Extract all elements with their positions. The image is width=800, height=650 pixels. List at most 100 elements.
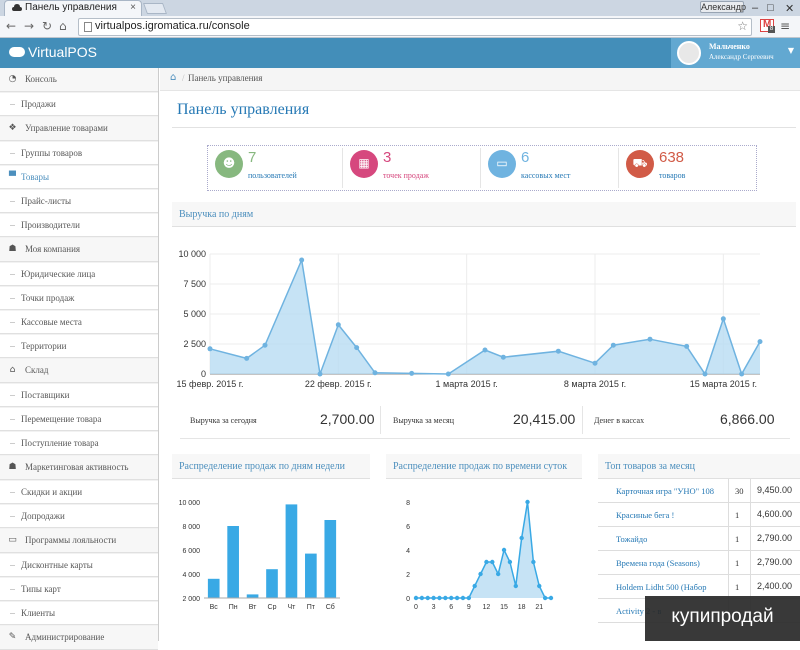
weekday-bar[interactable] xyxy=(207,578,220,598)
sidebar-item[interactable]: ▀ Товары xyxy=(0,166,158,189)
reload-icon[interactable]: ↻ xyxy=(42,19,52,33)
sidebar-item[interactable]: ☗ Моя компания xyxy=(0,238,158,262)
sidebar-item[interactable]: ⌂ Склад xyxy=(0,359,158,383)
close-window-icon[interactable]: ✕ xyxy=(785,2,794,15)
hourly-point[interactable] xyxy=(413,595,419,601)
revenue-point[interactable] xyxy=(299,257,305,263)
sidebar-item[interactable]: Клиенты xyxy=(0,602,158,625)
revenue-point[interactable] xyxy=(409,370,415,376)
user-menu[interactable]: Мальченко Александр Сергеевич ▼ xyxy=(671,38,800,68)
weekday-bar[interactable] xyxy=(266,569,278,598)
sidebar-item[interactable]: ▭ Программы лояльности xyxy=(0,529,158,553)
hourly-point[interactable] xyxy=(542,595,548,601)
sidebar-item[interactable]: ◔ Консоль xyxy=(0,68,158,92)
sidebar-item[interactable]: Поставщики xyxy=(0,384,158,407)
hourly-point[interactable] xyxy=(548,595,554,601)
sidebar-item[interactable]: Продажи xyxy=(0,93,158,116)
hourly-point[interactable] xyxy=(490,559,495,565)
home-icon[interactable]: ⌂ xyxy=(59,19,67,33)
revenue-point[interactable] xyxy=(610,342,616,348)
product-name[interactable]: Holdem Lidht 500 (Набор xyxy=(616,582,707,592)
hourly-point[interactable] xyxy=(525,499,530,505)
revenue-point[interactable] xyxy=(757,339,763,345)
revenue-point[interactable] xyxy=(684,343,690,349)
table-row[interactable]: Тожайдо 1 2,790.00 xyxy=(598,527,800,551)
hourly-point[interactable] xyxy=(507,559,513,565)
revenue-point[interactable] xyxy=(592,360,598,366)
sidebar-item[interactable]: Типы карт xyxy=(0,578,158,601)
hourly-point[interactable] xyxy=(484,559,489,565)
weekday-bar[interactable] xyxy=(227,526,239,598)
sidebar-item[interactable]: Производители xyxy=(0,214,158,237)
table-row[interactable]: Времена года (Seasons) 1 2,790.00 xyxy=(598,551,800,575)
weekday-bar[interactable] xyxy=(305,553,317,598)
revenue-point[interactable] xyxy=(720,316,726,322)
forward-icon[interactable]: → xyxy=(24,19,34,33)
hourly-point[interactable] xyxy=(449,595,454,601)
revenue-point[interactable] xyxy=(317,371,323,377)
weekday-bar[interactable] xyxy=(324,520,337,598)
sidebar-item[interactable]: Точки продаж xyxy=(0,287,158,310)
revenue-point[interactable] xyxy=(482,347,488,353)
sidebar-item[interactable]: Перемещение товара xyxy=(0,408,158,431)
hourly-point[interactable] xyxy=(454,595,460,601)
tab-close-icon[interactable]: × xyxy=(130,2,136,13)
revenue-point[interactable] xyxy=(500,354,506,360)
sidebar-item[interactable]: Дисконтные карты xyxy=(0,554,158,577)
hourly-point[interactable] xyxy=(478,571,483,577)
minimize-icon[interactable]: – xyxy=(752,2,758,14)
revenue-point[interactable] xyxy=(262,342,268,348)
hourly-point[interactable] xyxy=(437,595,442,601)
sidebar-item[interactable]: Кассовые места xyxy=(0,311,158,334)
sidebar-item[interactable]: Юридические лица xyxy=(0,263,158,286)
bookmark-star-icon[interactable]: ☆ xyxy=(737,19,748,33)
maximize-icon[interactable]: □ xyxy=(767,2,774,14)
revenue-point[interactable] xyxy=(372,370,378,376)
home-icon[interactable]: ⌂ xyxy=(170,72,176,83)
new-tab-button[interactable] xyxy=(142,3,168,14)
revenue-point[interactable] xyxy=(207,346,213,352)
browser-menu-icon[interactable]: ≡ xyxy=(780,19,790,33)
revenue-point[interactable] xyxy=(244,355,250,361)
revenue-point[interactable] xyxy=(739,371,745,377)
hourly-point[interactable] xyxy=(466,595,472,601)
hourly-point[interactable] xyxy=(519,535,524,541)
back-icon[interactable]: ← xyxy=(6,19,16,33)
sidebar-item[interactable]: Скидки и акции xyxy=(0,481,158,504)
product-name[interactable]: Красиные бега ! xyxy=(616,510,674,520)
sidebar-item[interactable]: Прайс-листы xyxy=(0,190,158,213)
weekday-bar[interactable] xyxy=(246,594,259,598)
hourly-point[interactable] xyxy=(443,595,448,601)
browser-profile-button[interactable]: Александр xyxy=(700,1,746,13)
hourly-point[interactable] xyxy=(495,571,501,577)
sidebar-item[interactable]: Территории xyxy=(0,335,158,358)
revenue-point[interactable] xyxy=(354,345,360,351)
browser-tab[interactable]: Панель управления × xyxy=(4,0,142,16)
hourly-point[interactable] xyxy=(501,547,507,553)
sidebar-item[interactable]: ❖ Управление товарами xyxy=(0,117,158,141)
hourly-point[interactable] xyxy=(472,583,477,589)
hourly-point[interactable] xyxy=(425,595,430,601)
url-bar[interactable]: virtualpos.igromatica.ru/console ☆ xyxy=(78,18,752,36)
weekday-bar[interactable] xyxy=(285,504,298,598)
app-logo[interactable]: VirtualPOS xyxy=(9,44,97,60)
product-name[interactable]: Времена года (Seasons) xyxy=(616,558,700,568)
sidebar-item[interactable]: Поступление товара xyxy=(0,432,158,455)
revenue-point[interactable] xyxy=(335,322,341,328)
hourly-point[interactable] xyxy=(419,595,425,601)
hourly-point[interactable] xyxy=(513,583,518,589)
sidebar-item[interactable]: Группы товаров xyxy=(0,142,158,165)
sidebar-item[interactable]: Допродажи xyxy=(0,505,158,528)
revenue-point[interactable] xyxy=(555,348,561,354)
sidebar-item[interactable]: ☗ Маркетинговая активность xyxy=(0,456,158,480)
hourly-point[interactable] xyxy=(431,595,436,601)
hourly-point[interactable] xyxy=(460,595,466,601)
product-name[interactable]: Карточная игра "УНО" 108 xyxy=(616,486,714,496)
hourly-point[interactable] xyxy=(531,559,536,565)
table-row[interactable]: Красиные бега ! 1 4,600.00 xyxy=(598,503,800,527)
table-row[interactable]: Карточная игра "УНО" 108 30 9,450.00 xyxy=(598,479,800,503)
product-name[interactable]: Тожайдо xyxy=(616,534,647,544)
sidebar-item[interactable]: ✎ Администрирование xyxy=(0,626,158,650)
hourly-point[interactable] xyxy=(537,583,542,589)
revenue-point[interactable] xyxy=(702,371,708,377)
